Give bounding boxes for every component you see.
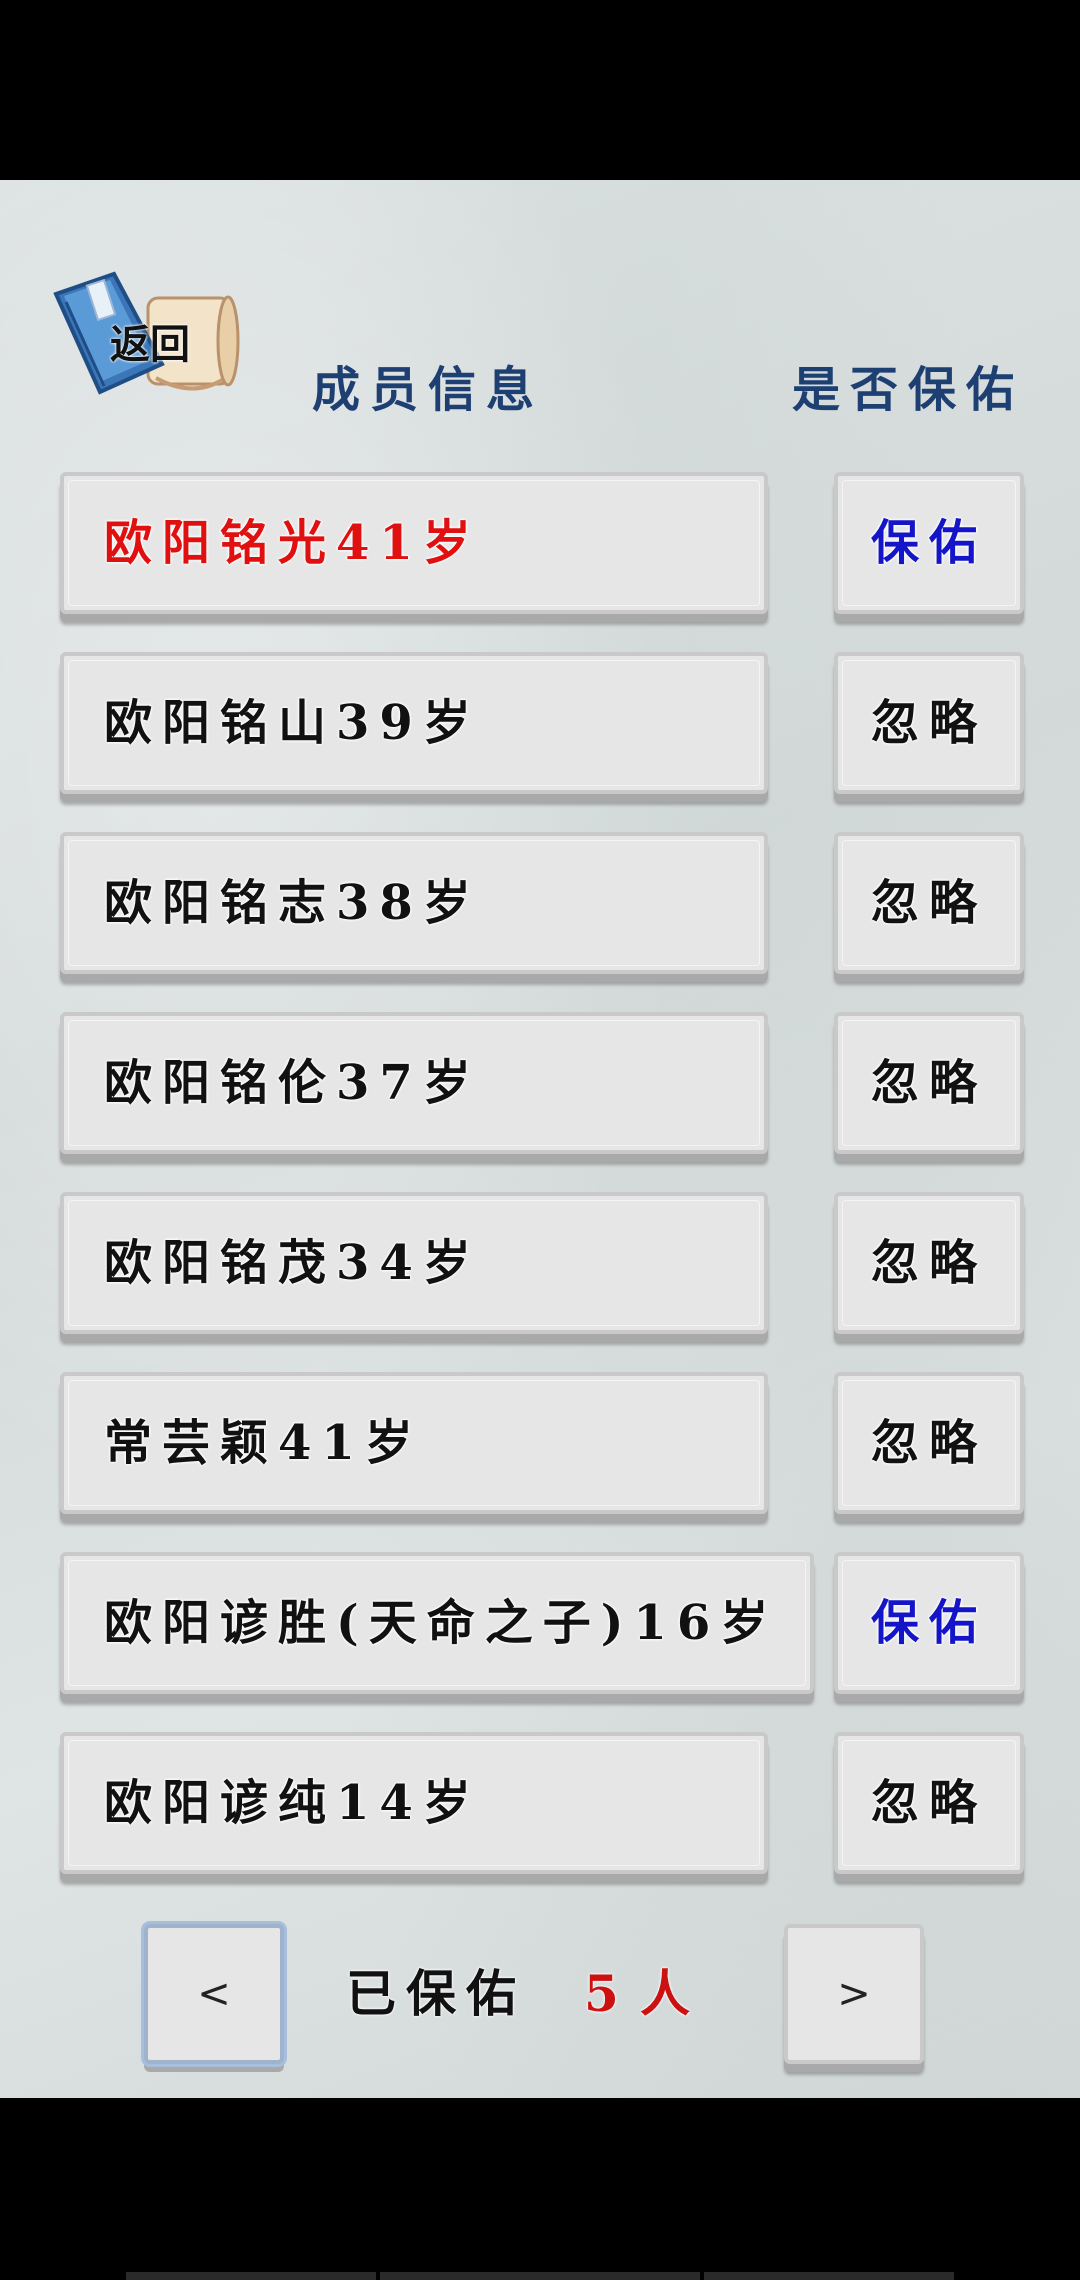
navigation-bar (0, 2098, 1080, 2280)
member-name: 欧阳铭光41岁 (104, 515, 481, 571)
bless-status: 保佑 (870, 1595, 987, 1651)
bless-status: 忽略 (870, 1775, 987, 1831)
next-page-button[interactable]: > (784, 1924, 924, 2064)
bless-question-heading: 是否保佑 (792, 362, 1025, 418)
bless-status: 保佑 (870, 515, 987, 571)
member-name: 欧阳谚纯14岁 (104, 1775, 481, 1831)
back-label: 返回 (110, 322, 190, 368)
saved-count: 5 (584, 1964, 629, 2023)
member-name: 欧阳铭伦37岁 (104, 1055, 481, 1111)
nav-bar-segment (704, 2272, 954, 2280)
status-bar (0, 0, 1080, 180)
game-screen: 返回 成员信息 是否保佑 欧阳铭光41岁 保佑 欧阳铭山39岁 忽略 欧阳铭志38岁 忽略… (0, 180, 1080, 2098)
saved-label: 已保佑 (346, 1964, 526, 2023)
back-button[interactable]: 返回 (52, 268, 242, 418)
member-info-heading: 成员信息 (312, 362, 545, 418)
bless-status: 忽略 (870, 875, 987, 931)
member-name: 欧阳铭茂34岁 (104, 1235, 481, 1291)
bless-status: 忽略 (870, 1415, 987, 1471)
bless-status: 忽略 (870, 1235, 987, 1291)
bless-status: 忽略 (870, 695, 987, 751)
nav-bar-segment (380, 2272, 700, 2280)
member-name: 欧阳铭山39岁 (104, 695, 481, 751)
saved-unit: 人 (640, 1964, 690, 2023)
member-name: 欧阳铭志38岁 (104, 875, 481, 931)
member-name: 欧阳谚胜(天命之子)16岁 (104, 1595, 779, 1651)
bless-status: 忽略 (870, 1055, 987, 1111)
nav-bar-segment (126, 2272, 376, 2280)
prev-page-button[interactable]: < (144, 1924, 284, 2064)
member-name: 常芸颖41岁 (104, 1415, 423, 1471)
